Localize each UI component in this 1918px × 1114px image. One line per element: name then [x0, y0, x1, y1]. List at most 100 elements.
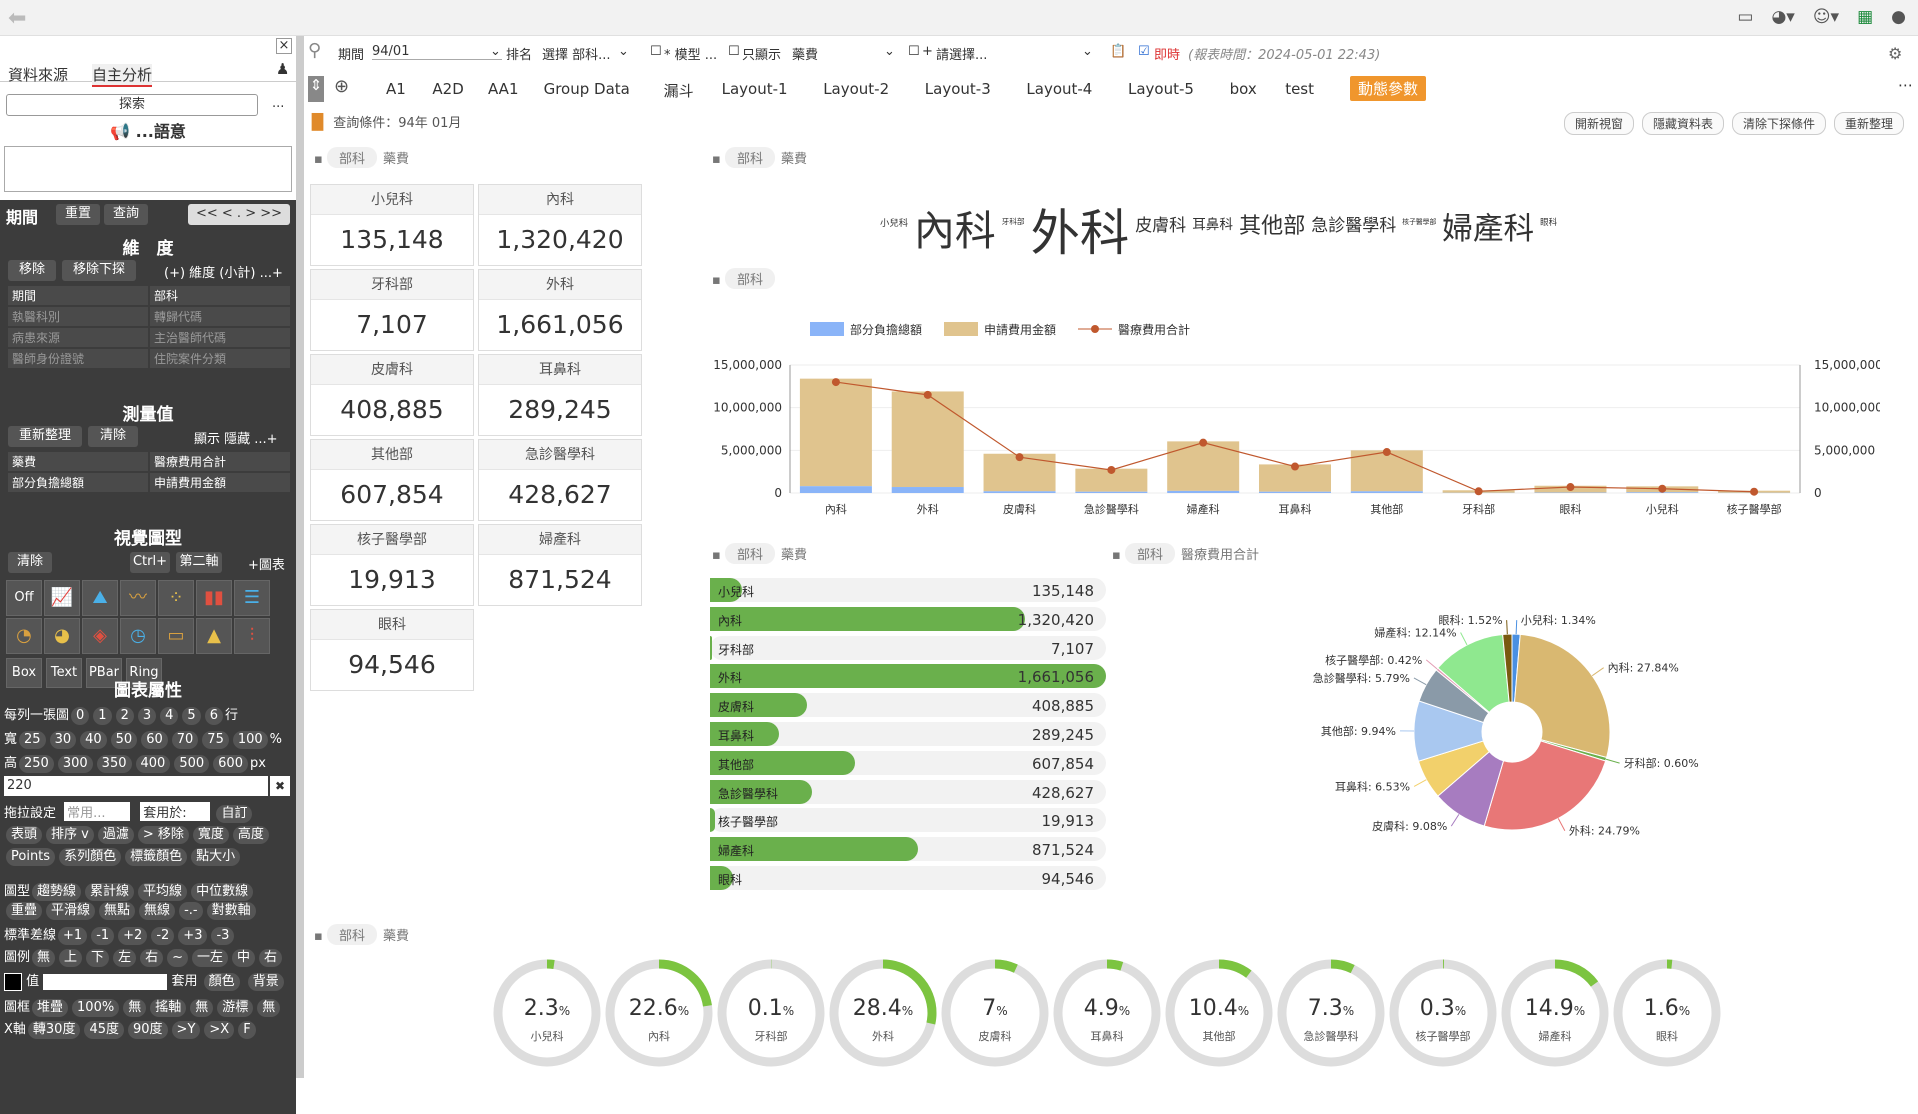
- period-dropdown-icon[interactable]: ⌄: [490, 44, 501, 59]
- word-cloud-word[interactable]: 皮膚科: [1135, 211, 1186, 236]
- layout-tab[interactable]: box: [1230, 80, 1257, 98]
- hbar-row[interactable]: 婦產科871,524: [710, 835, 1106, 861]
- kpi-card[interactable]: 急診醫學科428,627: [478, 439, 642, 521]
- prop-option[interactable]: 下: [86, 949, 109, 967]
- prop-option[interactable]: 右: [140, 949, 163, 967]
- layout-tab[interactable]: A1: [386, 80, 406, 98]
- dimension-item[interactable]: 部科: [150, 286, 290, 306]
- ring-chart[interactable]: 0.3%核子醫學部: [1388, 958, 1498, 1068]
- prop-option[interactable]: 轉30度: [28, 1021, 81, 1039]
- line-point[interactable]: [1750, 488, 1758, 496]
- measure-item[interactable]: 藥費: [8, 452, 148, 472]
- height-option[interactable]: 300: [58, 755, 93, 773]
- line-point[interactable]: [1383, 448, 1391, 456]
- panel-tag-measure[interactable]: 藥費: [383, 929, 409, 944]
- panel-tag-dimension[interactable]: 部科: [725, 268, 775, 289]
- action-button[interactable]: 重新整理: [1834, 112, 1904, 135]
- radar-chart-icon[interactable]: ◈: [82, 618, 118, 654]
- height-option[interactable]: 500: [174, 755, 209, 773]
- prop-option[interactable]: >X: [204, 1021, 234, 1039]
- width-option[interactable]: 70: [172, 731, 199, 749]
- word-cloud-word[interactable]: 其他部: [1239, 208, 1305, 240]
- prop-option[interactable]: -2: [151, 927, 174, 945]
- legend-swatch[interactable]: [810, 322, 844, 336]
- explore-button[interactable]: 探索: [6, 94, 258, 116]
- avatar-icon[interactable]: ●: [1891, 7, 1906, 27]
- prop-option[interactable]: 系列顏色: [59, 848, 121, 866]
- height-option[interactable]: 600: [213, 755, 248, 773]
- pin-icon[interactable]: ⇕: [308, 76, 324, 102]
- settings-gear-icon[interactable]: ⚙: [1888, 44, 1902, 63]
- prop-option[interactable]: -1: [91, 927, 114, 945]
- width-option[interactable]: 25: [19, 731, 46, 749]
- action-button[interactable]: 清除下探條件: [1732, 112, 1826, 135]
- dimension-item[interactable]: 住院案件分類: [150, 349, 290, 369]
- bar-copay-total[interactable]: [800, 486, 872, 493]
- dimension-item[interactable]: 執醫科別: [8, 307, 148, 327]
- show-hide-toggle[interactable]: 顯示 隱藏 ...+: [194, 428, 278, 447]
- prop-option[interactable]: Points: [6, 848, 55, 866]
- line-point[interactable]: [1475, 487, 1483, 495]
- add-chart-button[interactable]: +圖表: [248, 554, 285, 573]
- per-row-option[interactable]: 3: [138, 707, 156, 725]
- ring-chart[interactable]: 7.3%急診醫學科: [1276, 958, 1386, 1068]
- hbar-row[interactable]: 核子醫學部19,913: [710, 806, 1106, 832]
- video-icon[interactable]: ▭: [1737, 7, 1753, 27]
- live-checkbox[interactable]: ☑: [1138, 44, 1150, 59]
- measure-item[interactable]: 部分負擔總額: [8, 473, 148, 493]
- prop-option[interactable]: 表頭: [6, 826, 42, 844]
- per-row-option[interactable]: 4: [160, 707, 178, 725]
- dimension-item[interactable]: 主治醫師代碼: [150, 328, 290, 348]
- prop-option[interactable]: 無: [190, 999, 213, 1017]
- rank-select[interactable]: 選擇 部科...: [542, 44, 611, 63]
- bar-copay-total[interactable]: [1259, 492, 1331, 493]
- panel-tag-measure[interactable]: 藥費: [781, 548, 807, 563]
- action-button[interactable]: 開新視窗: [1564, 112, 1634, 135]
- word-cloud-word[interactable]: 小兒科: [880, 215, 908, 229]
- period-select[interactable]: 94/01: [372, 44, 502, 60]
- word-cloud-word[interactable]: 內科: [914, 198, 996, 257]
- prop-option[interactable]: 右: [259, 949, 282, 967]
- panel-tag-measure[interactable]: 醫療費用合計: [1181, 548, 1259, 563]
- prop-option[interactable]: 平均線: [138, 883, 187, 901]
- panel-tag-dimension[interactable]: 部科: [327, 924, 377, 945]
- ring-chart[interactable]: 10.4%其他部: [1164, 958, 1274, 1068]
- plus-select[interactable]: 請選擇...: [936, 44, 987, 63]
- width-option[interactable]: 30: [50, 731, 77, 749]
- ring-chart[interactable]: 1.6%眼科: [1612, 958, 1722, 1068]
- clear-measure-button[interactable]: 清除: [88, 426, 138, 447]
- line-chart-icon[interactable]: 📈: [44, 580, 80, 616]
- chart-type-off[interactable]: Off: [6, 580, 42, 616]
- hbar-row[interactable]: 小兒科135,148: [710, 576, 1106, 602]
- hbar-row[interactable]: 外科1,661,056: [710, 662, 1106, 688]
- line-point[interactable]: [1016, 453, 1024, 461]
- layout-tab[interactable]: A2D: [432, 80, 463, 98]
- reorganize-button[interactable]: 重新整理: [8, 426, 82, 447]
- cylinder-chart-icon[interactable]: ▭: [158, 618, 194, 654]
- kpi-card[interactable]: 其他部607,854: [310, 439, 474, 521]
- measure-item[interactable]: 申請費用金額: [150, 473, 290, 493]
- prop-option[interactable]: 中: [232, 949, 255, 967]
- prop-option[interactable]: >Y: [172, 1021, 201, 1039]
- prop-option[interactable]: +1: [58, 927, 87, 945]
- prop-option[interactable]: 無: [123, 999, 146, 1017]
- plus-dropdown-icon[interactable]: ⌄: [1082, 44, 1093, 59]
- layout-tab[interactable]: Group Data: [544, 80, 630, 98]
- prop-option[interactable]: ~: [167, 949, 188, 967]
- hbar-row[interactable]: 內科1,320,420: [710, 605, 1106, 631]
- layout-tab[interactable]: 漏斗: [664, 80, 694, 101]
- color-swatch[interactable]: [4, 973, 22, 991]
- kpi-card[interactable]: 眼科94,546: [310, 609, 474, 691]
- bar-copay-total[interactable]: [1167, 491, 1239, 493]
- prop-option[interactable]: 對數軸: [207, 902, 256, 920]
- hbar-chart-icon[interactable]: ☰: [234, 580, 270, 616]
- prop-option[interactable]: 寬度: [193, 826, 229, 844]
- gauge-chart-icon[interactable]: ◷: [120, 618, 156, 654]
- panel-tag-measure[interactable]: 藥費: [781, 152, 807, 167]
- prop-option[interactable]: 排序 v: [46, 826, 94, 844]
- close-icon[interactable]: ×: [276, 38, 292, 54]
- height-option[interactable]: 350: [97, 755, 132, 773]
- second-axis-button[interactable]: 第二軸: [176, 552, 222, 573]
- layout-tab[interactable]: test: [1285, 80, 1314, 98]
- hbar-row[interactable]: 耳鼻科289,245: [710, 720, 1106, 746]
